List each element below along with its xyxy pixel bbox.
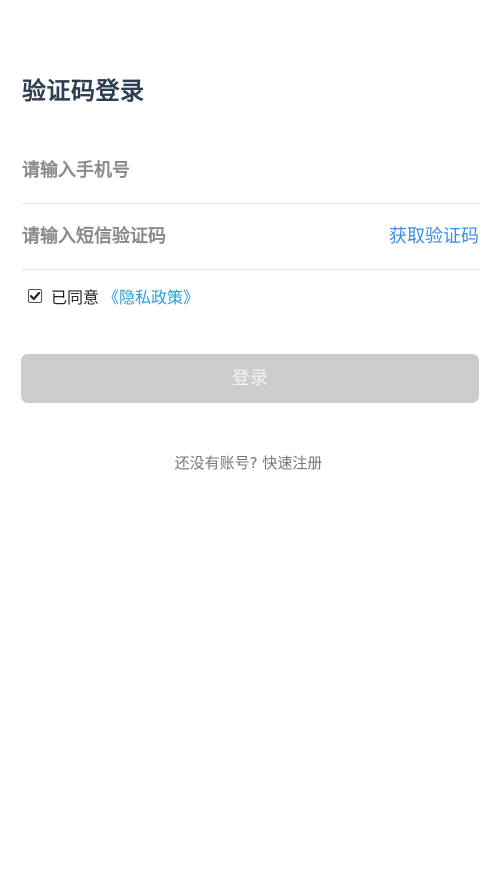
phone-input[interactable] <box>22 138 352 203</box>
sms-code-input[interactable] <box>22 204 352 269</box>
quick-register-link[interactable]: 快速注册 <box>262 454 322 472</box>
agreement-row: 已同意 《隐私政策》 <box>28 284 199 308</box>
page-title: 验证码登录 <box>22 77 145 105</box>
login-button[interactable]: 登录 <box>21 354 479 403</box>
register-prompt-text: 还没有账号? <box>174 454 258 472</box>
code-field: 获取验证码 <box>22 204 479 270</box>
get-code-button[interactable]: 获取验证码 <box>389 204 479 269</box>
check-icon <box>29 291 41 301</box>
privacy-policy-link[interactable]: 《隐私政策》 <box>103 284 199 308</box>
register-prompt: 还没有账号? 快速注册 <box>0 452 497 474</box>
login-page: 验证码登录 获取验证码 已同意 《隐私政策》 登录 还没有账号? 快速注册 <box>0 0 497 883</box>
agree-label: 已同意 <box>51 288 100 307</box>
phone-field <box>22 138 479 204</box>
agree-checkbox[interactable] <box>28 289 42 303</box>
